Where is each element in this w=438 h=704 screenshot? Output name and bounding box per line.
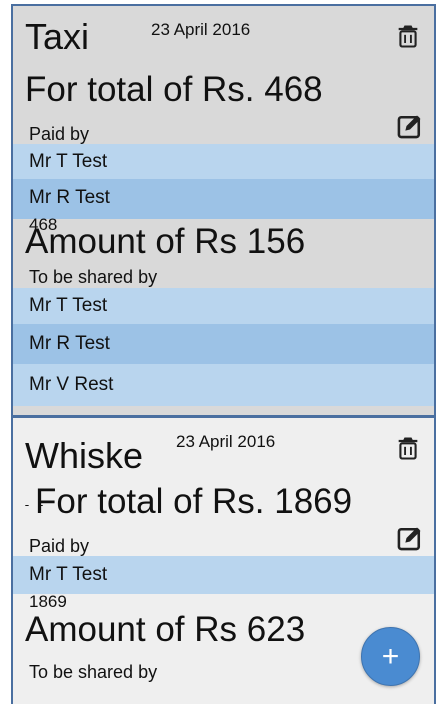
edit-icon[interactable] bbox=[396, 524, 424, 552]
payer-amount: 1869 bbox=[29, 592, 67, 611]
sharer-row[interactable]: Mr R Test bbox=[13, 324, 434, 364]
sharer-name: Mr T Test bbox=[29, 295, 108, 316]
payer-name: Mr T Test bbox=[29, 564, 108, 585]
expense-title: Taxi bbox=[25, 16, 90, 57]
payer-row[interactable]: Mr R Test bbox=[13, 179, 434, 219]
add-expense-button[interactable]: + bbox=[361, 627, 420, 686]
trash-icon[interactable] bbox=[394, 22, 422, 50]
expense-total: For total of Rs. 1869 bbox=[35, 482, 353, 521]
payer-name: Mr R Test bbox=[29, 187, 110, 208]
edit-icon[interactable] bbox=[396, 112, 424, 140]
plus-icon: + bbox=[381, 639, 400, 673]
payer-row[interactable]: Mr T Test bbox=[13, 144, 434, 179]
edit-icon-graphic bbox=[397, 115, 421, 139]
payer-row[interactable]: Mr T Test bbox=[13, 556, 434, 594]
trash-icon-graphic bbox=[398, 437, 418, 460]
expense-date: 23 April 2016 bbox=[151, 20, 251, 39]
shared-by-label: To be shared by bbox=[29, 267, 158, 287]
share-amount: Amount of Rs 156 bbox=[25, 222, 306, 261]
sharer-name: Mr R Test bbox=[29, 333, 110, 354]
payer-name: Mr T Test bbox=[29, 150, 108, 172]
expense-total: For total of Rs. 468 bbox=[25, 70, 323, 109]
sharer-row[interactable]: Mr T Test bbox=[13, 288, 434, 324]
sharer-row[interactable]: Mr V Rest bbox=[13, 364, 434, 406]
share-amount: Amount of Rs 623 bbox=[25, 610, 306, 649]
expense-date: 23 April 2016 bbox=[176, 432, 276, 451]
edit-icon-graphic bbox=[397, 527, 421, 551]
paid-by-label: Paid by bbox=[29, 536, 90, 556]
trash-icon[interactable] bbox=[394, 434, 422, 462]
sharer-name: Mr V Rest bbox=[29, 374, 114, 395]
shared-by-label: To be shared by bbox=[29, 662, 158, 682]
expense-card[interactable]: Taxi 23 April 2016 For total of Rs. 468 … bbox=[11, 4, 436, 417]
trash-icon-graphic bbox=[398, 25, 418, 48]
paid-by-label: Paid by bbox=[29, 124, 90, 144]
